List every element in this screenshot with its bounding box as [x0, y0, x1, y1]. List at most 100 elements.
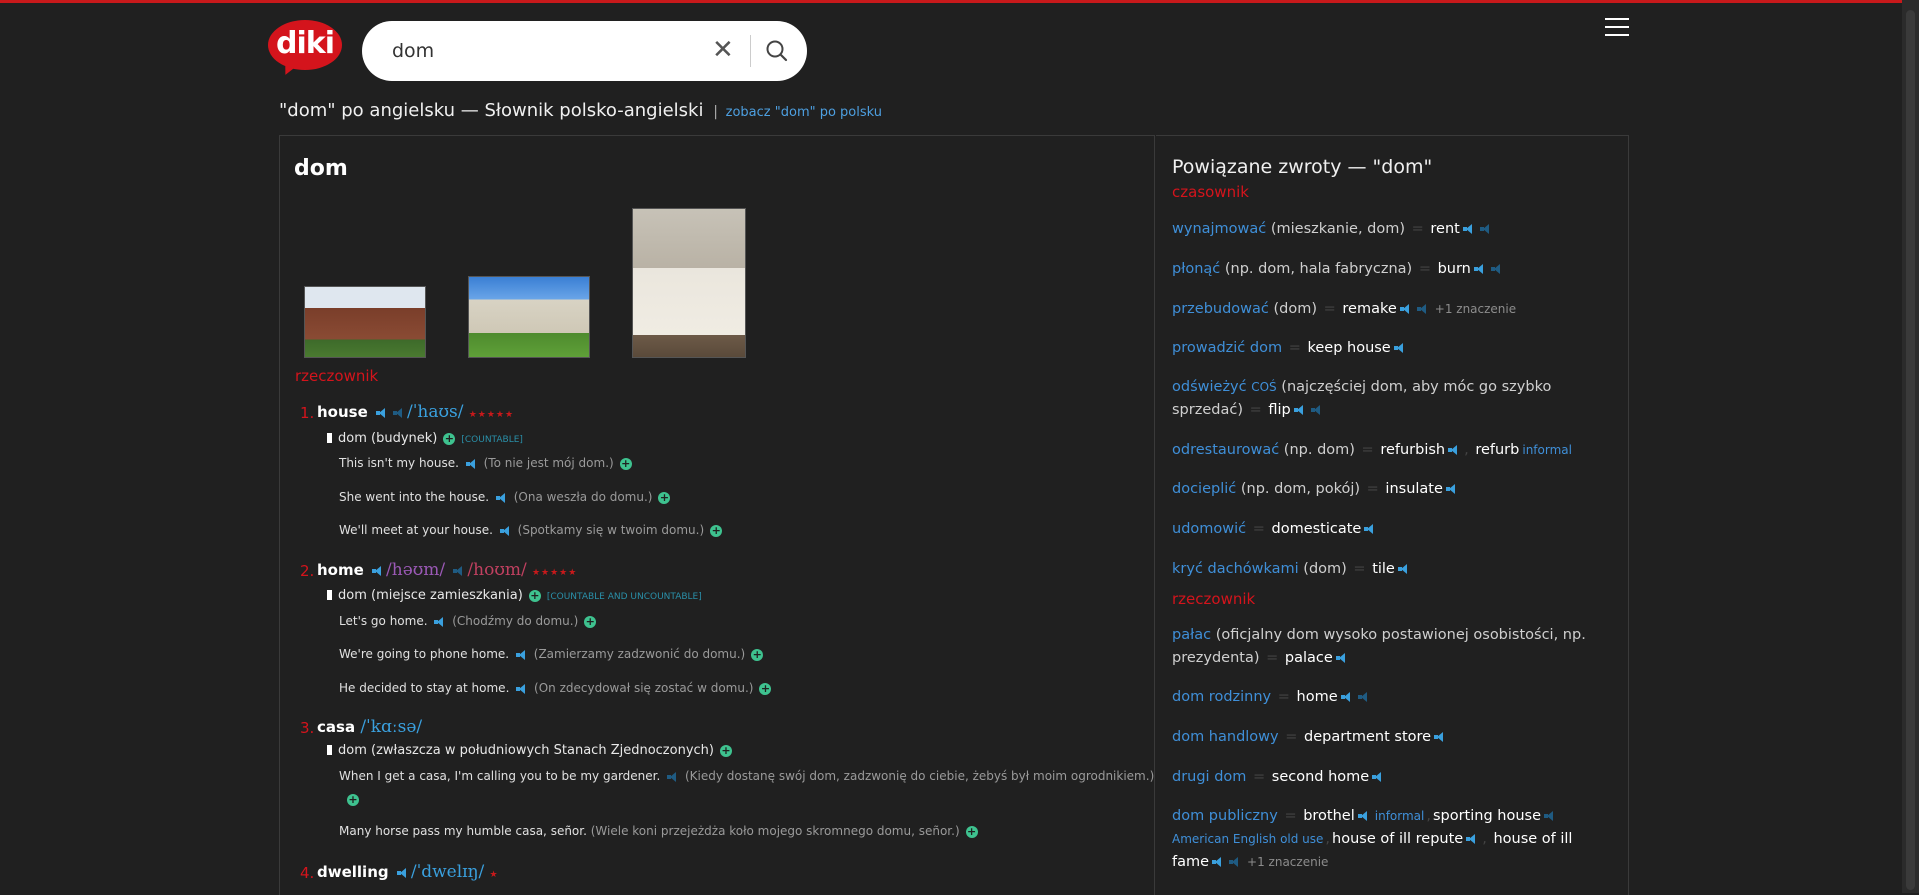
phrase-pl-link[interactable]: przebudować — [1172, 301, 1269, 317]
see-polish-link[interactable]: zobacz "dom" po polsku — [726, 105, 882, 120]
entry-house: house /ˈhaʊs/ ★★★★★ — [317, 402, 514, 422]
entry-casa: casa /ˈkɑːsə/ — [317, 717, 422, 737]
speaker-icon[interactable] — [453, 565, 464, 576]
phrase-pl-link[interactable]: kryć dachówkami — [1172, 561, 1299, 577]
diki-logo[interactable]: diki — [268, 20, 342, 79]
speaker-icon[interactable] — [393, 407, 404, 418]
add-flashcard-icon[interactable]: + — [710, 524, 723, 537]
add-flashcard-icon[interactable]: + — [658, 491, 671, 504]
scrollbar-thumb[interactable] — [1906, 10, 1915, 890]
speaker-icon[interactable] — [1293, 405, 1305, 415]
speaker-icon[interactable] — [1466, 834, 1477, 844]
entry-number: 3. — [300, 719, 315, 737]
image-porch-house[interactable] — [632, 208, 746, 358]
add-flashcard-icon[interactable]: + — [528, 589, 541, 602]
phrase-pl-link[interactable]: docieplić — [1172, 481, 1236, 497]
example-pl: (Kiedy dostanę swój dom, zadzwonię do ci… — [684, 769, 1155, 783]
phrase-pl-link[interactable]: dom rodzinny — [1172, 689, 1271, 705]
phrase-pl-link[interactable]: odrestaurować — [1172, 442, 1279, 458]
speaker-icon[interactable] — [1445, 484, 1457, 494]
speaker-icon[interactable] — [1462, 224, 1474, 234]
more-meanings[interactable]: +1 znaczenie — [1247, 855, 1328, 869]
speaker-icon[interactable] — [1335, 653, 1347, 663]
speaker-icon[interactable] — [1340, 692, 1352, 702]
headword: dom — [294, 156, 348, 181]
phrase-en: rent — [1430, 221, 1460, 237]
add-flashcard-icon[interactable]: + — [347, 793, 359, 806]
image-brick-house[interactable] — [304, 286, 426, 358]
phrase-pl-link[interactable]: pałac — [1172, 627, 1211, 643]
phrase-pl-link[interactable]: dom handlowy — [1172, 729, 1279, 745]
speaker-icon[interactable] — [1364, 524, 1375, 534]
entry-dwelling: dwelling /ˈdwelɪŋ/ ★ — [317, 862, 499, 882]
add-flashcard-icon[interactable]: + — [965, 825, 978, 838]
phrase-pl-link[interactable]: odświeżyć — [1172, 379, 1247, 395]
phrase-en: palace — [1284, 650, 1333, 666]
equals: = — [1252, 521, 1265, 537]
search-icon[interactable] — [764, 38, 790, 64]
phrase-pl-link[interactable]: drugi dom — [1172, 769, 1246, 785]
more-meanings[interactable]: +1 znaczenie — [1435, 302, 1516, 316]
add-flashcard-icon[interactable]: + — [719, 744, 732, 757]
speaker-icon[interactable] — [376, 407, 387, 418]
equals: = — [1323, 301, 1336, 317]
entry-number: 4. — [300, 864, 315, 882]
phrase-pl-link[interactable]: prowadzić dom — [1172, 340, 1282, 356]
example-en: She went into the house. — [339, 490, 490, 504]
speaker-icon[interactable] — [1544, 811, 1555, 821]
speaker-icon[interactable] — [499, 525, 511, 536]
example-en: Let's go home. — [339, 614, 428, 628]
phrase-context: (oficjalny dom wysoko postawionej osobis… — [1172, 627, 1586, 666]
speaker-icon[interactable] — [1434, 732, 1445, 742]
speaker-icon[interactable] — [1229, 857, 1240, 867]
speaker-icon[interactable] — [434, 616, 445, 627]
speaker-icon[interactable] — [1397, 564, 1409, 574]
example-en: We'll meet at your house. — [339, 523, 493, 537]
speaker-icon[interactable] — [1357, 692, 1369, 702]
speaker-icon[interactable] — [1490, 264, 1502, 274]
speaker-icon[interactable] — [515, 649, 527, 660]
clear-search-icon[interactable]: ✕ — [712, 35, 734, 65]
speaker-icon[interactable] — [465, 458, 477, 469]
frequency-stars: ★★★★★ — [468, 410, 515, 420]
add-flashcard-icon[interactable]: + — [443, 432, 456, 445]
phrase-pl-link[interactable]: wynajmować — [1172, 221, 1266, 237]
speaker-icon[interactable] — [1473, 264, 1485, 274]
speaker-icon[interactable] — [1212, 857, 1223, 867]
phrase-row: pałac (oficjalny dom wysoko postawionej … — [1172, 624, 1592, 670]
speaker-icon[interactable] — [1393, 343, 1405, 353]
speaker-icon[interactable] — [1372, 772, 1383, 782]
image-suburban-house[interactable] — [468, 276, 590, 358]
speaker-icon[interactable] — [372, 565, 383, 576]
equals: = — [1277, 689, 1290, 705]
phrase-pl-link[interactable]: udomowić — [1172, 521, 1246, 537]
phrase-en: home — [1296, 689, 1338, 705]
meaning-bullet — [327, 590, 332, 600]
scrollbar[interactable] — [1902, 0, 1919, 893]
speaker-icon[interactable] — [1357, 811, 1369, 821]
speaker-icon[interactable] — [1479, 224, 1491, 234]
equals: = — [1288, 340, 1301, 356]
phrase-en: department store — [1304, 729, 1432, 745]
add-flashcard-icon[interactable]: + — [584, 615, 597, 628]
speaker-icon[interactable] — [1416, 304, 1428, 314]
speaker-icon[interactable] — [1310, 405, 1322, 415]
search-input[interactable]: dom — [392, 40, 434, 62]
speaker-icon[interactable] — [495, 492, 507, 503]
add-flashcard-icon[interactable]: + — [751, 648, 764, 661]
add-flashcard-icon[interactable]: + — [619, 457, 632, 470]
equals: = — [1284, 808, 1297, 824]
meaning: dom (zwłaszcza w południowych Stanach Zj… — [327, 743, 732, 758]
speaker-icon[interactable] — [516, 683, 527, 694]
phrase-en: insulate — [1385, 481, 1443, 497]
speaker-icon[interactable] — [396, 867, 408, 878]
phrase-pl-link[interactable]: dom publiczny — [1172, 808, 1278, 824]
grammar-tag: [COUNTABLE AND UNCOUNTABLE] — [546, 592, 702, 602]
speaker-icon[interactable] — [1448, 445, 1459, 455]
speaker-icon[interactable] — [667, 771, 678, 782]
speaker-icon[interactable] — [1399, 304, 1411, 314]
add-flashcard-icon[interactable]: + — [759, 682, 772, 695]
equals: = — [1353, 561, 1366, 577]
phrase-pl-link[interactable]: płonąć — [1172, 261, 1220, 277]
menu-icon[interactable] — [1605, 18, 1629, 38]
